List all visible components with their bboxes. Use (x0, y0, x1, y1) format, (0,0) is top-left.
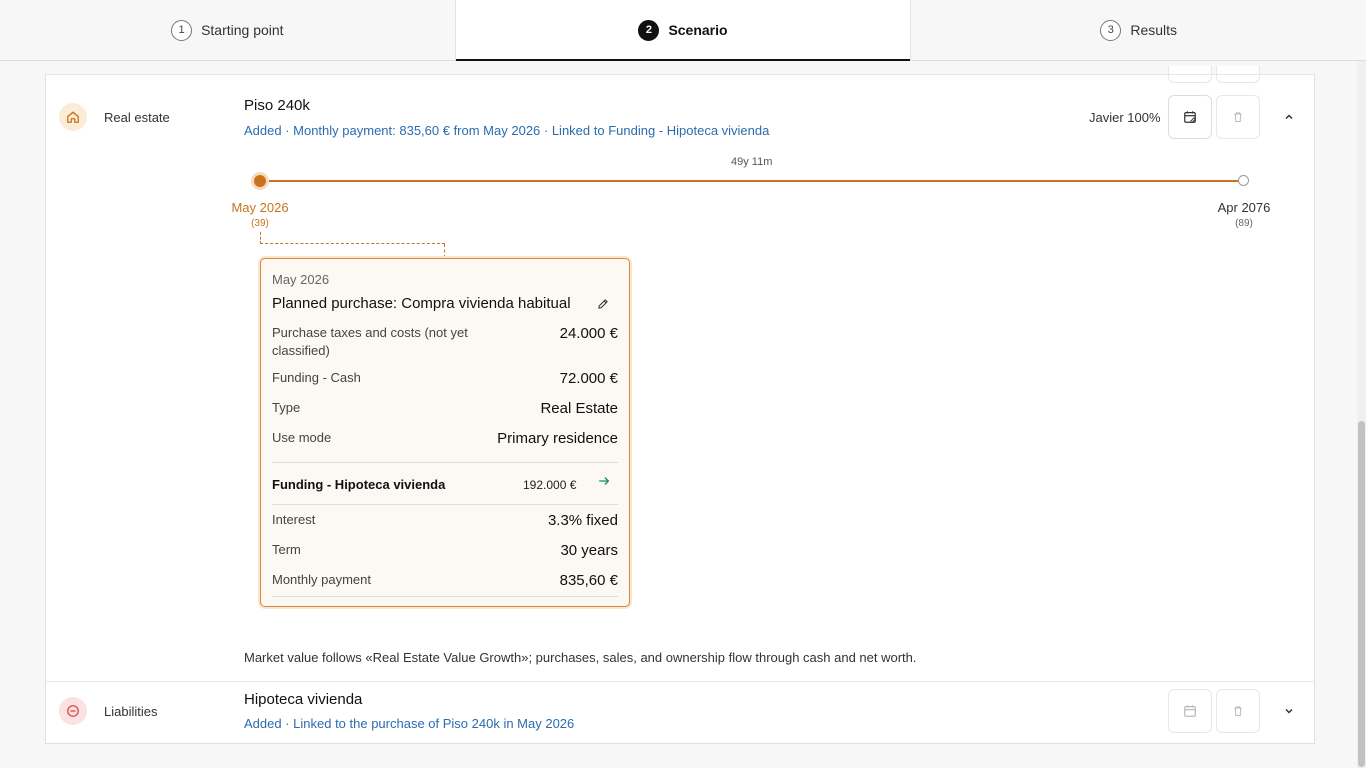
step-number: 2 (638, 19, 660, 41)
items-panel: Real estate Piso 240k Added · Monthly pa… (45, 66, 1315, 744)
expand-chevron-down-icon[interactable] (1281, 703, 1297, 719)
term-value: 30 years (560, 542, 618, 559)
category-label: Real estate (104, 110, 170, 125)
trash-icon (1234, 706, 1242, 717)
step-number: 1 (171, 19, 193, 41)
collapse-chevron-up-icon[interactable] (1281, 109, 1297, 125)
step-results[interactable]: 3 Results (911, 0, 1366, 60)
main-content: Real estate Piso 240k Added · Monthly pa… (0, 61, 1366, 768)
timeline-end-age: (89) (1235, 218, 1253, 229)
card-divider (272, 462, 618, 463)
card-connector-drop (444, 244, 445, 258)
wizard-stepper: 1 Starting point 2 Scenario 3 Results (0, 0, 1366, 61)
market-value-note: Market value follows «Real Estate Value … (244, 650, 917, 665)
card-title: Planned purchase: Compra vivienda habitu… (272, 295, 571, 312)
trash-icon (1234, 112, 1242, 123)
house-icon (59, 103, 87, 131)
card-divider (272, 504, 618, 505)
minus-circle-icon (59, 697, 87, 725)
timeline-start-date: May 2026 (231, 200, 289, 215)
use-mode-label: Use mode (272, 430, 332, 445)
calendar-edit-icon (1184, 111, 1196, 123)
row-divider (46, 681, 1314, 682)
interest-value: 3.3% fixed (547, 512, 618, 529)
timeline-duration: 49y 11m (731, 156, 773, 168)
step-label: Starting point (201, 22, 284, 38)
arrow-right-icon[interactable] (597, 474, 611, 488)
monthly-payment-value: 835,60 € (559, 572, 618, 589)
step-number: 3 (1100, 19, 1122, 41)
step-starting-point[interactable]: 1 Starting point (0, 0, 456, 60)
item-subtitle[interactable]: Added · Monthly payment: 835,60 € from M… (244, 123, 769, 138)
step-scenario[interactable]: 2 Scenario (455, 0, 912, 61)
timeline-bar (260, 180, 1244, 182)
funding-cash-label: Funding - Cash (272, 370, 361, 385)
timeline-end-marker[interactable] (1238, 175, 1249, 186)
timeline-start-age: (39) (251, 218, 269, 229)
timeline-end-date: Apr 2076 (1217, 200, 1271, 215)
category-label: Liabilities (104, 704, 158, 719)
term-label: Term (272, 542, 301, 557)
calendar-edit-icon (1184, 705, 1196, 717)
monthly-payment-label: Monthly payment (272, 572, 371, 587)
use-mode-value: Primary residence (497, 430, 618, 447)
card-date: May 2026 (272, 272, 330, 287)
pencil-icon[interactable] (597, 297, 613, 313)
card-divider (272, 596, 618, 597)
planned-purchase-card: May 2026 Planned purchase: Compra vivien… (260, 258, 630, 607)
item-title: Hipoteca vivienda (244, 691, 363, 708)
type-value: Real Estate (540, 400, 618, 417)
funding-mortgage-amount: 192.000 € (523, 478, 577, 492)
funding-mortgage-title: Funding - Hipoteca vivienda (272, 477, 446, 492)
item-subtitle[interactable]: Added · Linked to the purchase of Piso 2… (244, 716, 574, 731)
delete-button[interactable] (1216, 689, 1260, 733)
purchase-costs-value: 24.000 € (559, 325, 618, 342)
delete-button[interactable] (1216, 95, 1260, 139)
interest-label: Interest (272, 512, 316, 527)
funding-cash-value: 72.000 € (559, 370, 618, 387)
schedule-button[interactable] (1168, 95, 1212, 139)
timeline-start-marker[interactable] (254, 175, 266, 187)
row-divider (46, 74, 1314, 75)
owner-share: Javier 100% (1089, 110, 1161, 125)
scrollbar-thumb[interactable] (1358, 421, 1365, 767)
step-label: Scenario (668, 22, 728, 38)
schedule-button[interactable] (1168, 689, 1212, 733)
item-title: Piso 240k (244, 97, 310, 114)
type-label: Type (272, 400, 301, 415)
purchase-costs-label: Purchase taxes and costs (not yet classi… (272, 325, 468, 358)
step-label: Results (1130, 22, 1178, 38)
vertical-scrollbar[interactable] (1357, 61, 1366, 768)
card-connector (260, 232, 445, 244)
